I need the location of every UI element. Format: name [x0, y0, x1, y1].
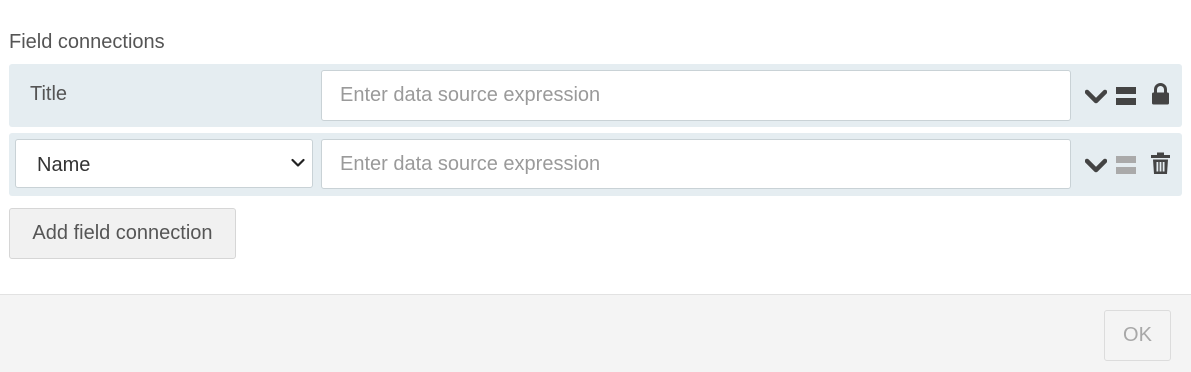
field-connection-row: Title: [9, 64, 1182, 127]
field-select[interactable]: Name: [15, 139, 313, 188]
align-bars-icon[interactable]: [1116, 86, 1136, 106]
chevron-down-icon[interactable]: [1085, 89, 1107, 105]
field-name-label: Title: [30, 83, 68, 105]
align-bars-icon[interactable]: [1116, 155, 1136, 175]
field-connections-dialog: Field connections Title Name: [0, 0, 1191, 372]
field-connection-row: Name: [9, 133, 1182, 196]
add-field-connection-button[interactable]: Add field connection: [9, 208, 236, 259]
lock-icon: [1152, 83, 1169, 105]
section-label: Field connections: [9, 31, 165, 53]
trash-icon[interactable]: [1151, 152, 1170, 175]
ok-button[interactable]: OK: [1104, 310, 1171, 361]
expression-input[interactable]: [321, 139, 1071, 189]
expression-input[interactable]: [321, 70, 1071, 121]
chevron-down-icon[interactable]: [1085, 158, 1107, 174]
chevron-down-icon: [291, 158, 305, 167]
field-select-value: Name: [37, 154, 91, 176]
dialog-footer: OK: [0, 294, 1191, 372]
